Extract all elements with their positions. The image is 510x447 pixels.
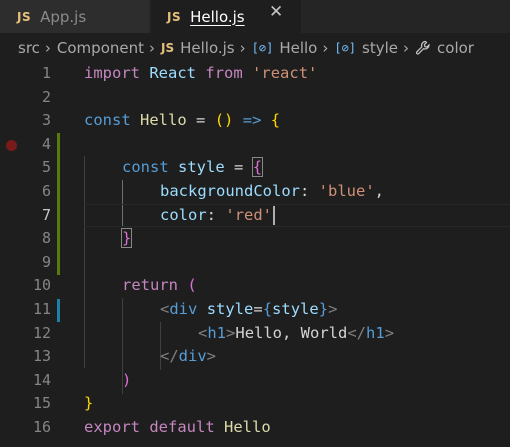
code-line-1: import React from 'react' xyxy=(84,64,318,82)
chevron-right-icon: › xyxy=(322,39,329,57)
line-number: 9 xyxy=(41,252,51,271)
chevron-right-icon: › xyxy=(149,39,155,57)
breadcrumb-symbol-style[interactable]: style xyxy=(362,39,398,57)
chevron-right-icon: › xyxy=(403,39,410,57)
text-cursor xyxy=(273,206,275,225)
code-line-10: return ( xyxy=(122,276,197,295)
tab-label: Hello.js xyxy=(190,7,245,26)
line-number: 14 xyxy=(32,370,51,389)
code-line-3: const Hello = () => { xyxy=(84,111,281,130)
breadcrumb-folder-component[interactable]: Component xyxy=(57,39,144,57)
line-number: 2 xyxy=(41,87,51,106)
breadcrumb-folder-src[interactable]: src xyxy=(18,39,40,57)
line-number: 11 xyxy=(32,300,51,318)
line-number: 15 xyxy=(32,394,51,413)
code-line-14: ) xyxy=(122,370,132,389)
breadcrumb-symbol-hello[interactable]: Hello xyxy=(279,39,317,57)
close-icon[interactable]: ✕ xyxy=(269,2,283,22)
line-number: 1 xyxy=(41,64,51,82)
tab-bar: JS App.js JS Hello.js ✕ xyxy=(0,0,510,33)
code-line-5: const style = { xyxy=(122,157,264,178)
code-editor[interactable]: 1 2 3 4 5 6 7 8 9 10 11 12 13 14 15 16 i… xyxy=(0,62,510,447)
line-number: 5 xyxy=(41,158,51,177)
code-line-15: } xyxy=(84,394,94,413)
code-line-6: backgroundColor: 'blue', xyxy=(160,182,385,200)
line-number: 13 xyxy=(32,347,51,366)
code-line-12: <h1>Hello, World</h1> xyxy=(198,323,395,342)
chevron-right-icon: › xyxy=(239,39,246,57)
breadcrumb-file[interactable]: Hello.js xyxy=(180,39,235,57)
line-number: 10 xyxy=(32,276,51,295)
breadcrumb: src › Component › JS Hello.js › [⊘] Hell… xyxy=(0,33,510,63)
tab-label: App.js xyxy=(40,7,87,26)
code-line-11: <div style={style}> xyxy=(160,300,338,318)
wrench-icon xyxy=(415,40,431,56)
symbol-variable-icon: [⊘] xyxy=(251,41,274,55)
tab-app-js[interactable]: JS App.js xyxy=(0,0,150,33)
tab-bar-empty xyxy=(302,0,510,33)
tab-hello-js[interactable]: JS Hello.js ✕ xyxy=(151,0,301,33)
line-number: 7 xyxy=(41,205,51,224)
line-number: 3 xyxy=(41,111,51,130)
line-number: 12 xyxy=(32,323,51,342)
line-number: 16 xyxy=(32,418,51,436)
code-line-16: export default Hello xyxy=(84,418,271,436)
js-file-icon: JS xyxy=(161,41,175,55)
code-line-8: } xyxy=(120,228,133,249)
code-line-7: color: 'red' xyxy=(160,205,273,224)
line-number: 8 xyxy=(41,229,51,248)
js-file-icon: JS xyxy=(17,9,32,24)
symbol-variable-icon: [⊘] xyxy=(334,41,357,55)
code-line-13: </div> xyxy=(160,347,217,366)
line-number: 6 xyxy=(41,182,51,200)
breadcrumb-symbol-color[interactable]: color xyxy=(437,39,474,57)
line-number: 4 xyxy=(41,134,51,153)
js-file-icon: JS xyxy=(167,9,182,24)
chevron-right-icon: › xyxy=(44,39,51,57)
